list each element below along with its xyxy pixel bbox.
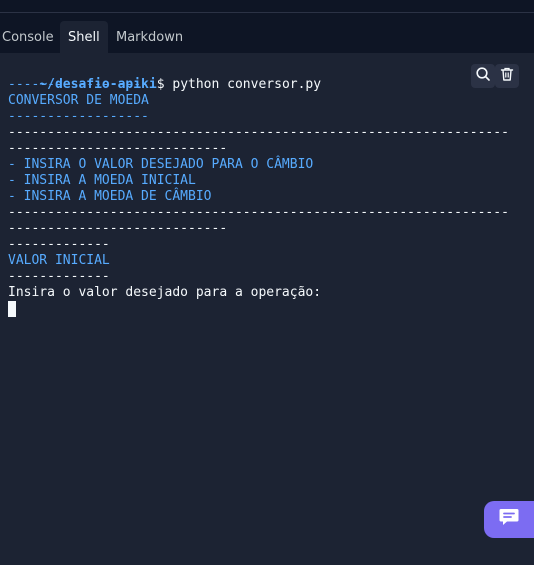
output-line: -------------: [8, 269, 110, 284]
output-line: ----------------------------: [8, 221, 228, 236]
output-line-title: CONVERSOR DE MOEDA: [8, 93, 149, 108]
output-line: - INSIRA O VALOR DESEJADO PARA O CÂMBIO: [8, 157, 314, 172]
clear-button[interactable]: [495, 64, 519, 88]
top-strip: [0, 0, 534, 13]
output-line: ----------------------------------------…: [8, 125, 509, 140]
search-icon: [475, 66, 491, 87]
tab-shell[interactable]: Shell: [60, 21, 108, 53]
output-line: - INSIRA A MOEDA DE CÂMBIO: [8, 189, 212, 204]
shell-terminal[interactable]: ~/desafio-apiki$ python conversor.py ---…: [0, 53, 534, 565]
output-line: ------------------: [8, 77, 149, 92]
output-line: -------------: [8, 237, 110, 252]
output-line: ------------------: [8, 109, 149, 124]
output-line: ----------------------------: [8, 141, 228, 156]
tab-markdown[interactable]: Markdown: [114, 21, 185, 53]
input-prompt-line: Insira o valor desejado para a operação:: [8, 285, 322, 300]
trash-icon: [499, 66, 515, 87]
tab-bar: Console Shell Markdown: [0, 13, 534, 53]
output-line: ----------------------------------------…: [8, 205, 509, 220]
prompt-command: $ python conversor.py: [156, 77, 322, 92]
output-line-section: VALOR INICIAL: [8, 253, 110, 268]
tab-console[interactable]: Console: [0, 21, 56, 53]
search-button[interactable]: [471, 64, 495, 88]
text-cursor: [8, 301, 16, 317]
chat-icon: [498, 507, 520, 532]
chat-button[interactable]: [484, 501, 534, 538]
output-line: - INSIRA A MOEDA INICIAL: [8, 173, 196, 188]
